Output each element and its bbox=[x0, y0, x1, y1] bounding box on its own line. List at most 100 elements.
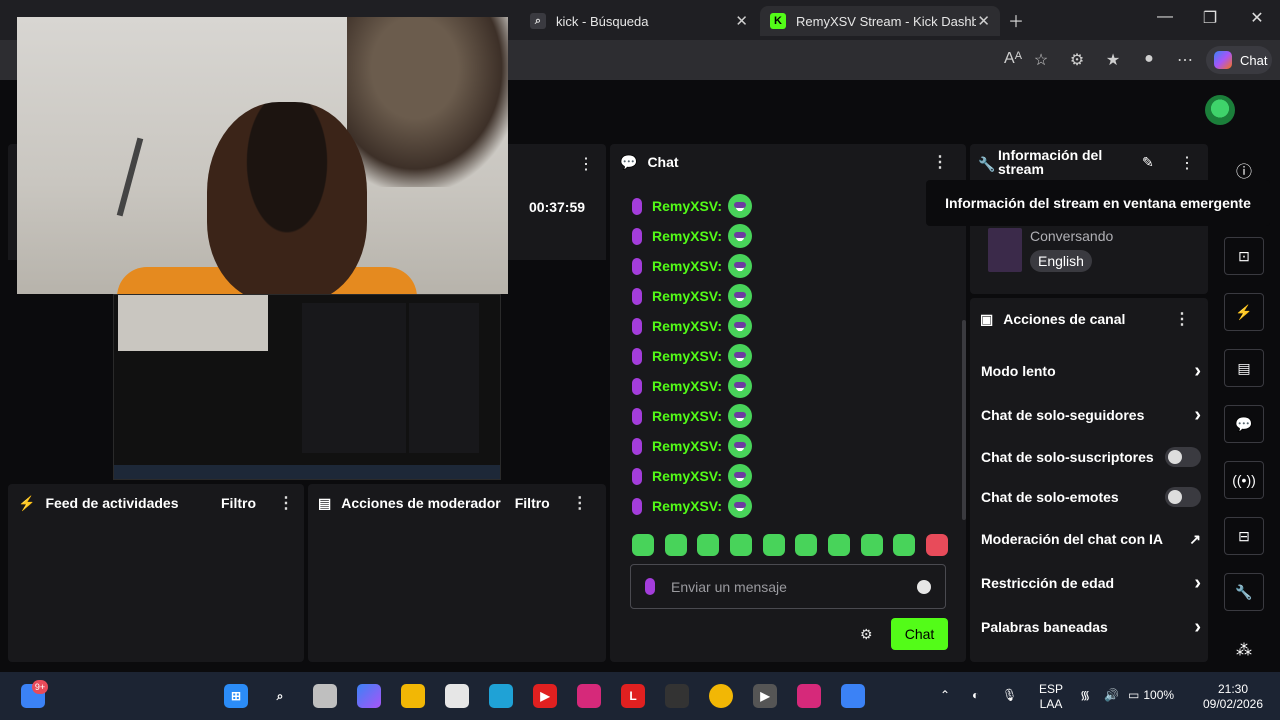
file-explorer-icon[interactable] bbox=[401, 684, 425, 708]
app-icon[interactable] bbox=[841, 684, 865, 708]
chat-message[interactable]: RemyXSV: bbox=[632, 223, 753, 249]
chat-message[interactable]: RemyXSV: bbox=[632, 433, 753, 459]
chat-username[interactable]: RemyXSV: bbox=[652, 198, 722, 214]
chat-message[interactable]: RemyXSV: bbox=[632, 313, 753, 339]
settings-gear-icon[interactable]: ⚙ bbox=[860, 626, 873, 643]
chat-message[interactable]: RemyXSV: bbox=[632, 253, 753, 279]
profile-icon[interactable]: ● bbox=[1138, 50, 1160, 68]
screenshot-icon[interactable]: ⊡ bbox=[1224, 237, 1264, 275]
clock[interactable]: 21:30 09/02/2026 bbox=[1198, 682, 1268, 712]
app-l-icon[interactable]: L bbox=[621, 684, 645, 708]
chat-message[interactable]: RemyXSV: bbox=[632, 193, 753, 219]
wrench-icon[interactable]: 🔧 bbox=[1224, 573, 1264, 611]
chat-message[interactable]: RemyXSV: bbox=[632, 463, 753, 489]
media-player-icon[interactable]: ▶ bbox=[753, 684, 777, 708]
chat-scrollbar[interactable] bbox=[962, 320, 966, 520]
extensions-icon[interactable]: ⚙ bbox=[1066, 50, 1088, 70]
chat-username[interactable]: RemyXSV: bbox=[652, 468, 722, 484]
subscribers-only-toggle[interactable] bbox=[1165, 447, 1201, 467]
chat-username[interactable]: RemyXSV: bbox=[652, 378, 722, 394]
emote-icon[interactable] bbox=[664, 534, 687, 556]
kebab-icon[interactable]: ⋮ bbox=[278, 493, 294, 513]
wifi-icon[interactable]: ᯾ bbox=[1080, 688, 1090, 703]
filter-button[interactable]: Filtro bbox=[515, 495, 550, 511]
info-icon[interactable]: ⓘ bbox=[1236, 158, 1252, 182]
chat-message[interactable]: RemyXSV: bbox=[632, 283, 753, 309]
mic-icon[interactable]: 🎙 bbox=[1002, 688, 1017, 703]
chat-message[interactable]: RemyXSV: bbox=[632, 403, 753, 429]
emote-icon[interactable] bbox=[697, 534, 720, 556]
emote-icon[interactable] bbox=[632, 534, 654, 556]
edit-pencil-icon[interactable]: ✎ bbox=[1142, 154, 1154, 171]
more-icon[interactable]: ⋯ bbox=[1174, 50, 1196, 70]
emote-icon[interactable] bbox=[827, 534, 850, 556]
app-icon[interactable] bbox=[665, 684, 689, 708]
chat-username[interactable]: RemyXSV: bbox=[652, 408, 722, 424]
emote-icon[interactable] bbox=[925, 534, 948, 556]
edge-icon[interactable] bbox=[489, 684, 513, 708]
chat-message[interactable]: RemyXSV: bbox=[632, 493, 753, 519]
chat-username[interactable]: RemyXSV: bbox=[652, 258, 722, 274]
layout-icon[interactable]: ⊟ bbox=[1224, 517, 1264, 555]
security-icon[interactable]: ◐ bbox=[972, 688, 979, 703]
chat-username[interactable]: RemyXSV: bbox=[652, 318, 722, 334]
copilot-icon[interactable] bbox=[357, 684, 381, 708]
favorite-star-icon[interactable]: ☆ bbox=[1030, 50, 1052, 70]
chat-username[interactable]: RemyXSV: bbox=[652, 348, 722, 364]
task-view-icon[interactable] bbox=[313, 684, 337, 708]
filter-button[interactable]: Filtro bbox=[221, 495, 256, 511]
start-icon[interactable]: ⊞ bbox=[224, 684, 248, 708]
emote-icon[interactable] bbox=[795, 534, 818, 556]
tab-kick-search[interactable]: ⌕ kick - Búsqueda ✕ bbox=[520, 6, 758, 36]
emote-icon[interactable] bbox=[860, 534, 883, 556]
copilot-button[interactable]: Chat bbox=[1206, 46, 1272, 74]
kebab-icon[interactable]: ⋮ bbox=[1174, 309, 1190, 329]
chat-message[interactable]: RemyXSV: bbox=[632, 373, 753, 399]
emote-icon[interactable] bbox=[762, 534, 785, 556]
nodes-icon[interactable]: ⁂ bbox=[1236, 640, 1252, 660]
chat-message[interactable]: RemyXSV: bbox=[632, 343, 753, 369]
kebab-icon[interactable]: ⋮ bbox=[1179, 153, 1195, 173]
window-close-icon[interactable]: ✕ bbox=[1245, 8, 1269, 28]
chat-username[interactable]: RemyXSV: bbox=[652, 288, 722, 304]
close-icon[interactable]: ✕ bbox=[735, 12, 748, 30]
chat-username[interactable]: RemyXSV: bbox=[652, 498, 722, 514]
close-icon[interactable]: ✕ bbox=[977, 12, 990, 30]
broadcast-icon[interactable]: ((•)) bbox=[1224, 461, 1264, 499]
chevron-up-icon[interactable]: ⌃ bbox=[940, 688, 950, 703]
keyboard-language[interactable]: ESP LAA bbox=[1036, 682, 1066, 712]
age-restriction-row[interactable]: Restricción de edad › bbox=[981, 570, 1201, 596]
favorites-icon[interactable]: ★ bbox=[1102, 50, 1124, 70]
slow-mode-row[interactable]: Modo lento › bbox=[981, 358, 1201, 384]
followers-only-row[interactable]: Chat de solo-seguidores › bbox=[981, 402, 1201, 428]
chat-username[interactable]: RemyXSV: bbox=[652, 228, 722, 244]
emote-icon[interactable] bbox=[729, 534, 752, 556]
instagram-icon[interactable] bbox=[577, 684, 601, 708]
battery[interactable]: ▭ 100% bbox=[1128, 688, 1174, 703]
tab-kick-dashboard[interactable]: K RemyXSV Stream - Kick Dashboard ✕ bbox=[760, 6, 1000, 36]
chat-message-input[interactable]: Enviar un mensaje bbox=[630, 564, 946, 609]
instagram-icon[interactable] bbox=[797, 684, 821, 708]
kebab-icon[interactable]: ⋮ bbox=[578, 154, 594, 174]
emotes-only-toggle[interactable] bbox=[1165, 487, 1201, 507]
send-chat-button[interactable]: Chat bbox=[891, 618, 948, 650]
lightning-icon[interactable]: ⚡ bbox=[1224, 293, 1264, 331]
chrome-icon[interactable] bbox=[709, 684, 733, 708]
emoji-icon[interactable] bbox=[917, 579, 931, 594]
emote-icon[interactable] bbox=[893, 534, 916, 556]
read-aloud-icon[interactable]: Aᴬ bbox=[1002, 50, 1024, 68]
store-icon[interactable] bbox=[445, 684, 469, 708]
banned-words-row[interactable]: Palabras baneadas › bbox=[981, 614, 1201, 640]
avatar[interactable] bbox=[1205, 95, 1235, 125]
search-icon[interactable]: ⌕ bbox=[268, 684, 292, 708]
youtube-icon[interactable]: ▶ bbox=[533, 684, 557, 708]
volume-icon[interactable]: 🔊 bbox=[1104, 688, 1119, 703]
document-icon[interactable]: ▤ bbox=[1224, 349, 1264, 387]
kebab-icon[interactable]: ⋮ bbox=[932, 152, 948, 172]
kebab-icon[interactable]: ⋮ bbox=[572, 493, 588, 513]
restore-icon[interactable]: ❐ bbox=[1198, 8, 1222, 28]
chat-username[interactable]: RemyXSV: bbox=[652, 438, 722, 454]
ai-moderation-row[interactable]: Moderación del chat con IA ↗ bbox=[981, 526, 1201, 552]
minimize-icon[interactable]: — bbox=[1153, 8, 1177, 26]
new-tab-icon[interactable]: ＋ bbox=[1004, 8, 1028, 32]
